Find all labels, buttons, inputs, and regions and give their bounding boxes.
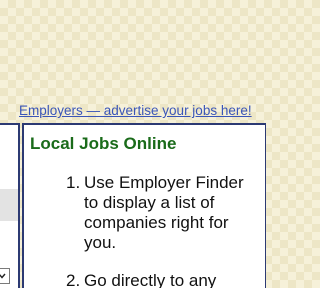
left-panel [0, 123, 20, 288]
local-jobs-panel: Local Jobs Online 1. Use Employer Finder… [22, 123, 266, 288]
left-panel-band [0, 189, 18, 221]
step-number: 1. [66, 173, 81, 192]
step-text: Go directly to any [84, 271, 217, 288]
list-item: 1. Use Employer Finder to display a list… [24, 173, 258, 253]
panel-title: Local Jobs Online [30, 134, 177, 153]
advertise-jobs-link[interactable]: Employers — advertise your jobs here! [19, 103, 252, 118]
step-number: 2. [66, 271, 81, 288]
step-text: Use Employer Finder to display a list of… [84, 173, 244, 252]
steps-list: 1. Use Employer Finder to display a list… [24, 173, 268, 288]
chevron-down-icon [0, 273, 6, 279]
list-item: 2. Go directly to any [24, 271, 258, 288]
dropdown-select[interactable] [0, 268, 10, 284]
